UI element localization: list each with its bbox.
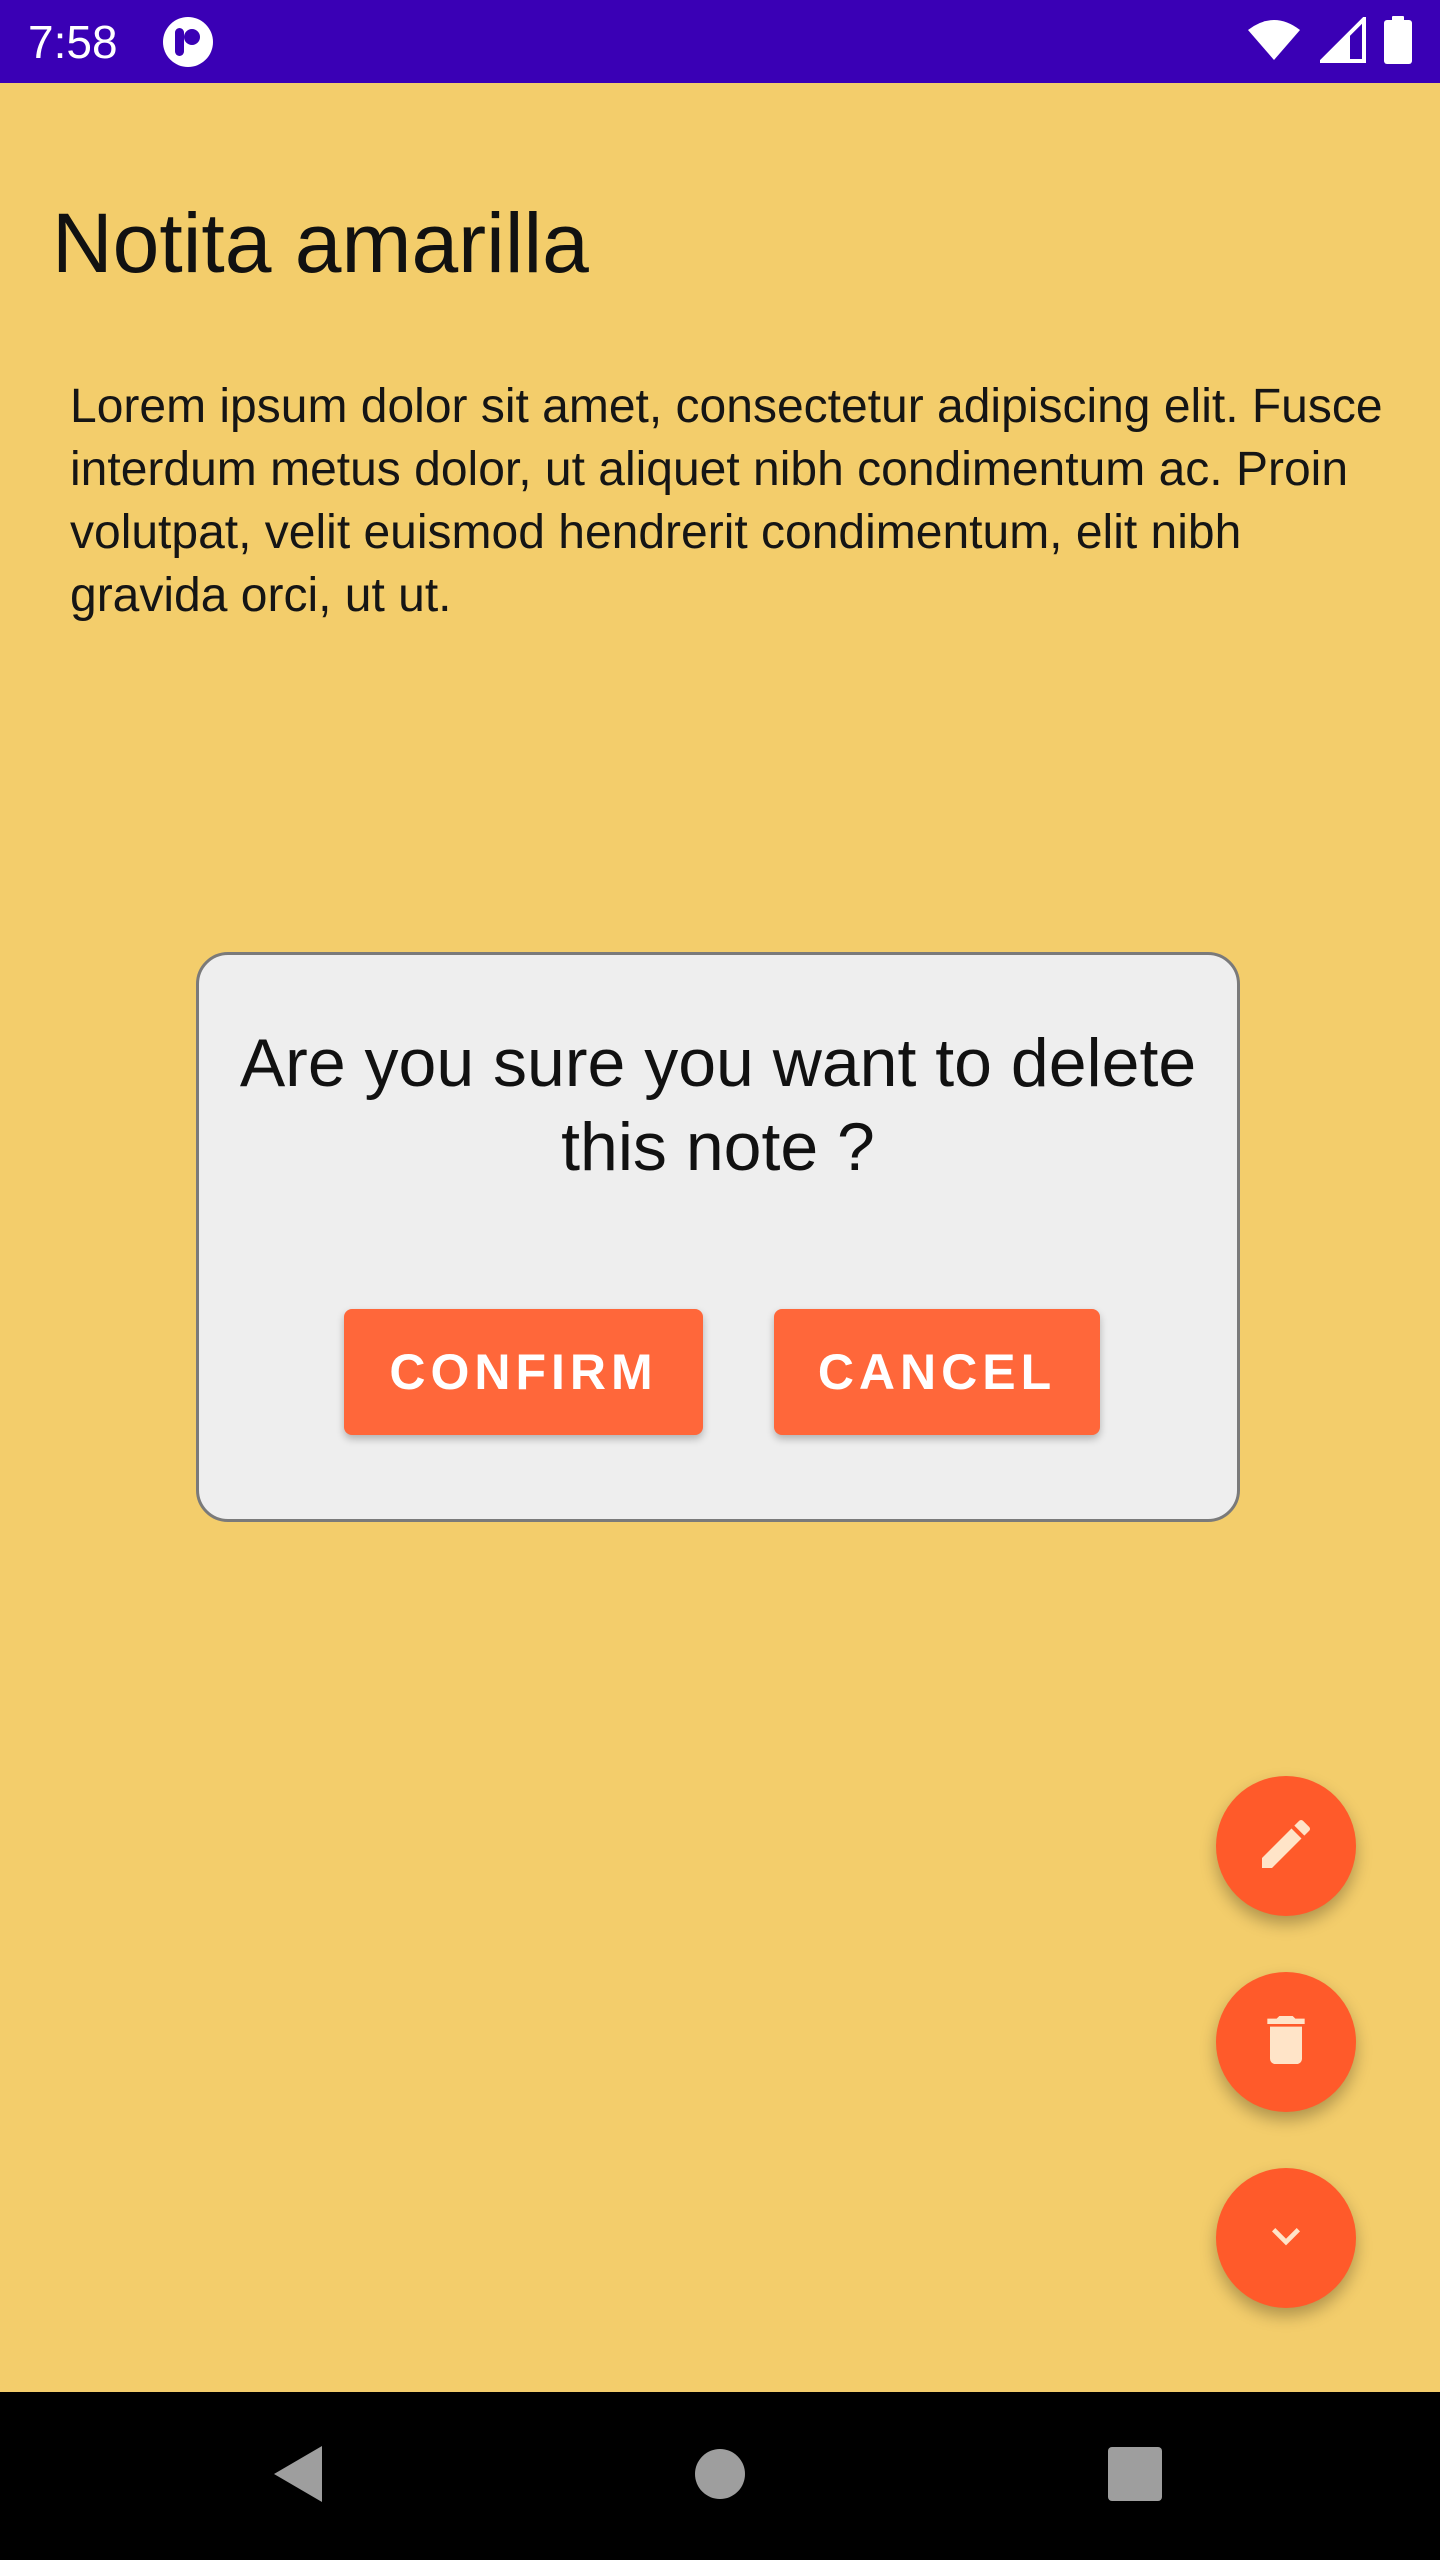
recents-square-icon (1108, 2446, 1162, 2506)
signal-icon (1317, 13, 1366, 68)
dialog-message: Are you sure you want to delete this not… (239, 1025, 1197, 1185)
collapse-menu-button[interactable] (1216, 2168, 1356, 2308)
battery-icon (1384, 15, 1412, 69)
note-title: Notita amarilla (52, 196, 589, 290)
home-circle-icon (694, 2448, 746, 2505)
chevron-down-icon (1258, 2208, 1314, 2269)
wifi-icon (1246, 18, 1302, 67)
back-triangle-icon (270, 2442, 330, 2511)
pencil-icon (1254, 1812, 1318, 1881)
status-bar: 7:58 (0, 0, 1440, 83)
trash-icon (1254, 2008, 1318, 2077)
status-time: 7:58 (28, 16, 118, 68)
recents-button[interactable] (1085, 2426, 1185, 2526)
confirm-button[interactable]: CONFIRM (344, 1309, 703, 1435)
delete-confirm-dialog: Are you sure you want to delete this not… (196, 952, 1240, 1522)
home-button[interactable] (670, 2426, 770, 2526)
back-button[interactable] (250, 2426, 350, 2526)
app-notification-icon (162, 16, 214, 68)
note-body: Lorem ipsum dolor sit amet, consectetur … (70, 380, 1383, 622)
delete-note-button[interactable] (1216, 1972, 1356, 2112)
system-nav-bar (0, 2392, 1440, 2560)
status-icons (1246, 13, 1412, 69)
edit-note-button[interactable] (1216, 1776, 1356, 1916)
cancel-button[interactable]: CANCEL (774, 1309, 1100, 1435)
